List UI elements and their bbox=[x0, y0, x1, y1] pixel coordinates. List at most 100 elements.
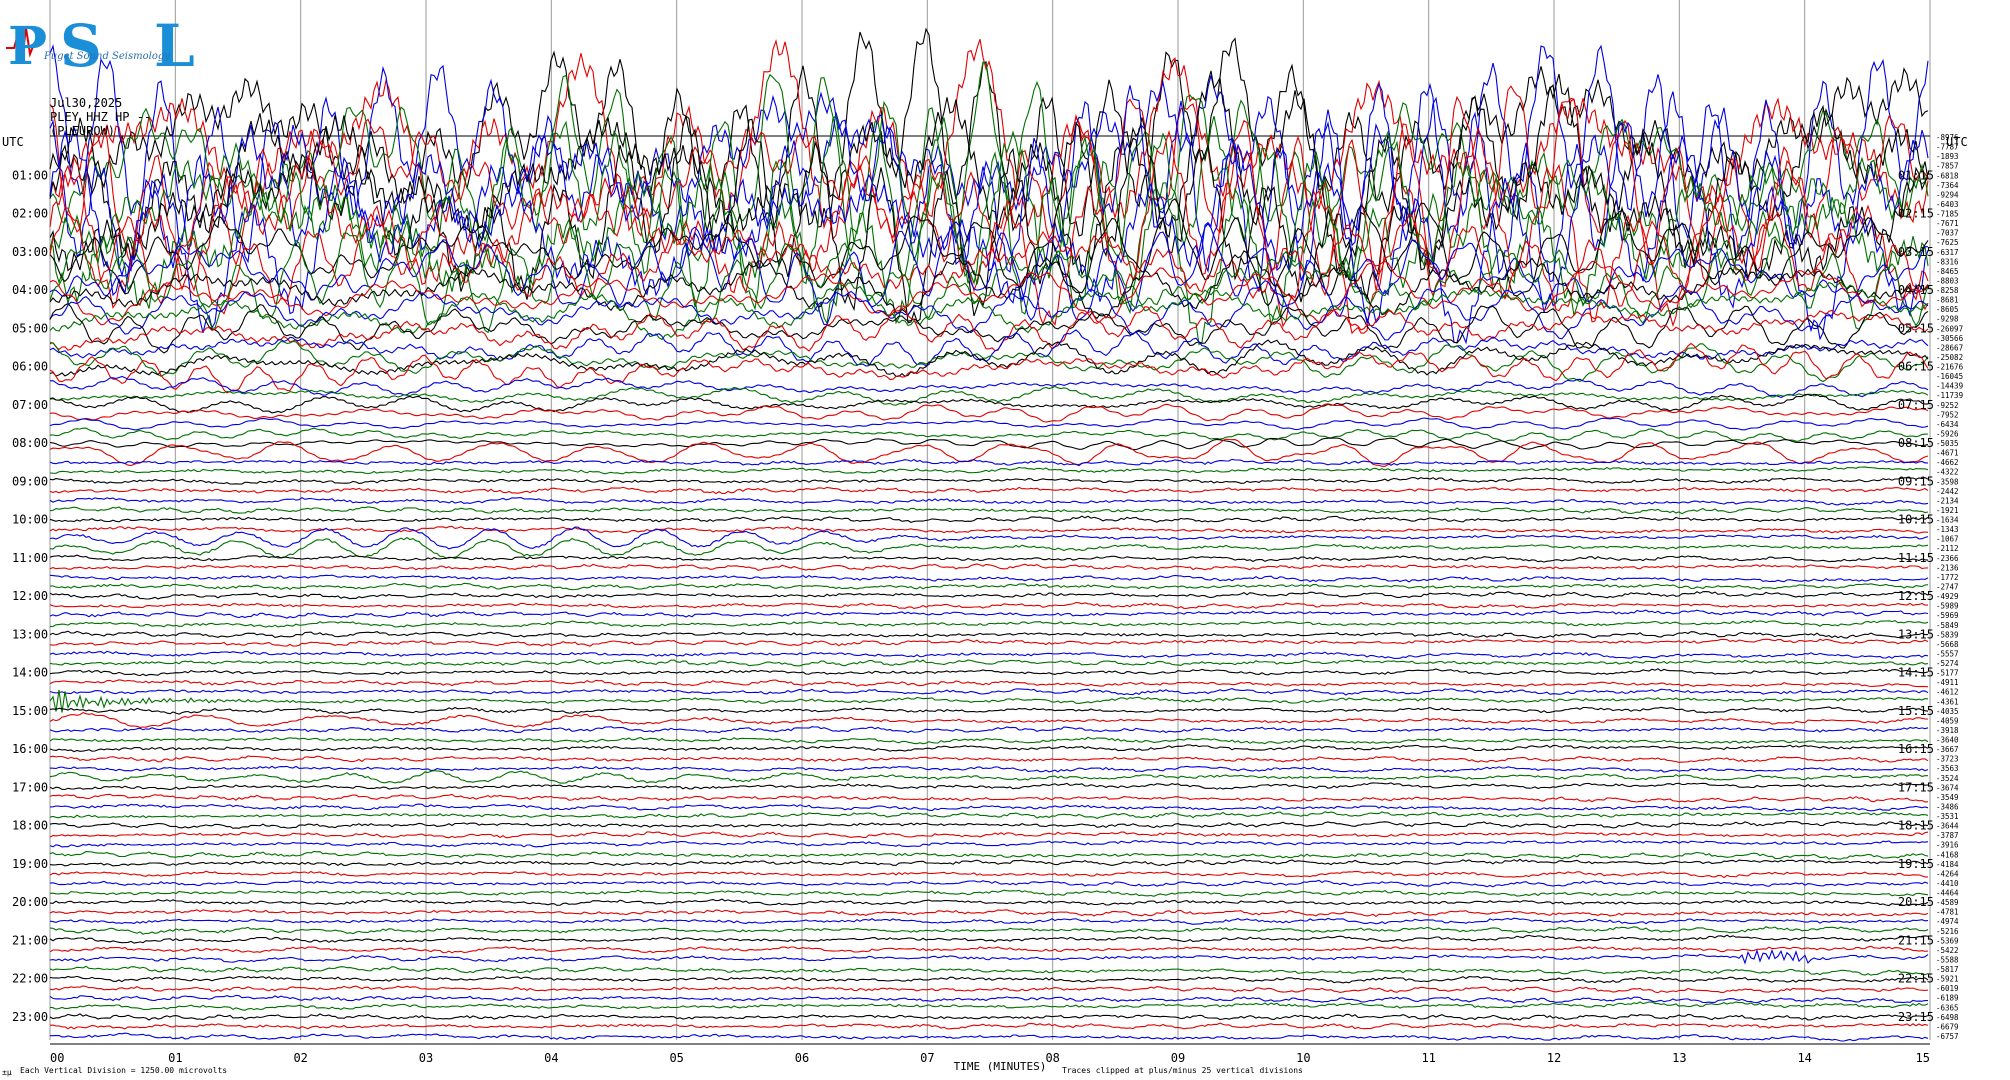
right-hour-label: 02:15 bbox=[1898, 207, 1934, 221]
trace-offset-label: -2112 bbox=[1936, 544, 1959, 553]
x-tick-label: 15 bbox=[1916, 1051, 1930, 1065]
left-hour-label: 03:00 bbox=[12, 245, 48, 259]
right-hour-label: 06:15 bbox=[1898, 360, 1934, 374]
trace-offset-label: -8258 bbox=[1936, 286, 1959, 295]
trace-offset-label: -3531 bbox=[1936, 812, 1959, 821]
trace-offset-label: -4589 bbox=[1936, 898, 1959, 907]
trace-offset-label: -25082 bbox=[1936, 353, 1963, 362]
trace-offset-label: -16045 bbox=[1936, 372, 1963, 381]
trace-line bbox=[49, 496, 1929, 506]
left-hour-label: 23:00 bbox=[12, 1010, 48, 1024]
trace-offset-label: -3486 bbox=[1936, 802, 1959, 811]
trace-line bbox=[49, 917, 1929, 925]
trace-line bbox=[49, 994, 1928, 1004]
trace-line bbox=[49, 638, 1929, 647]
x-tick-label: 05 bbox=[669, 1051, 683, 1065]
trace-offset-label: -3667 bbox=[1936, 745, 1959, 754]
trace-offset-label: -5274 bbox=[1936, 659, 1959, 668]
right-hour-label: 07:15 bbox=[1898, 398, 1934, 412]
trace-offset-label: -3549 bbox=[1936, 793, 1959, 802]
trace-offset-label: -11739 bbox=[1936, 391, 1963, 400]
trace-offset-label: -6498 bbox=[1936, 1013, 1959, 1022]
trace-offset-label: -5989 bbox=[1936, 602, 1959, 611]
trace-offset-label: -6434 bbox=[1936, 420, 1959, 429]
trace-offset-label: -4322 bbox=[1936, 468, 1959, 477]
trace-offset-label: -9298 bbox=[1936, 315, 1959, 324]
x-tick-label: 13 bbox=[1672, 1051, 1686, 1065]
trace-offset-label: -4059 bbox=[1936, 716, 1959, 725]
trace-line bbox=[49, 619, 1929, 628]
clip-note: Traces clipped at plus/minus 25 vertical… bbox=[1062, 1066, 1303, 1075]
trace-offset-label: -3723 bbox=[1936, 755, 1959, 764]
trace-line bbox=[49, 811, 1929, 819]
trace-offset-label: -3787 bbox=[1936, 831, 1959, 840]
left-hour-label: 11:00 bbox=[12, 551, 48, 565]
trace-offset-label: -8316 bbox=[1936, 257, 1959, 266]
trace-offset-label: -1893 bbox=[1936, 152, 1959, 161]
right-hour-label: 10:15 bbox=[1898, 513, 1934, 527]
trace-line bbox=[49, 965, 1929, 976]
right-hour-label: 20:15 bbox=[1898, 895, 1934, 909]
left-hour-label: 21:00 bbox=[12, 933, 48, 947]
header-date: Jul30,2025 bbox=[50, 96, 123, 110]
trace-offset-label: -4168 bbox=[1936, 850, 1959, 859]
trace-offset-label: -4035 bbox=[1936, 707, 1959, 716]
trace-line bbox=[49, 601, 1928, 609]
trace-line bbox=[49, 417, 1929, 431]
x-tick-label: 03 bbox=[419, 1051, 433, 1065]
trace-offset-label: -4929 bbox=[1936, 592, 1959, 601]
trace-line bbox=[49, 466, 1929, 475]
x-tick-label: 01 bbox=[168, 1051, 182, 1065]
trace-offset-label: -3918 bbox=[1936, 726, 1959, 735]
left-hour-label: 18:00 bbox=[12, 819, 48, 833]
trace-line bbox=[49, 945, 1929, 954]
trace-offset-label: -14439 bbox=[1936, 382, 1963, 391]
trace-offset-label: -5557 bbox=[1936, 649, 1959, 658]
trace-line bbox=[49, 393, 1929, 414]
trace-offset-label: -3674 bbox=[1936, 783, 1959, 792]
trace-offset-label: -5839 bbox=[1936, 630, 1959, 639]
trace-offset-label: -2134 bbox=[1936, 496, 1959, 505]
trace-line bbox=[49, 476, 1929, 485]
right-hour-label: 04:15 bbox=[1898, 283, 1934, 297]
trace-line bbox=[49, 820, 1929, 829]
trace-offset-label: -8681 bbox=[1936, 296, 1959, 305]
trace-offset-label: -4410 bbox=[1936, 879, 1959, 888]
trace-line bbox=[49, 563, 1929, 571]
trace-line bbox=[49, 706, 1929, 715]
header-station: PLEY HHZ HP -- bbox=[50, 110, 152, 124]
trace-offset-label: -4264 bbox=[1936, 869, 1959, 878]
trace-offset-label: -5817 bbox=[1936, 965, 1959, 974]
left-hour-label: 16:00 bbox=[12, 742, 48, 756]
right-hour-label: 15:15 bbox=[1898, 704, 1934, 718]
left-hour-label: 09:00 bbox=[12, 474, 48, 488]
left-hour-label: 20:00 bbox=[12, 895, 48, 909]
trace-offset-label: -5588 bbox=[1936, 955, 1959, 964]
right-hour-label: 08:15 bbox=[1898, 436, 1934, 450]
trace-line bbox=[49, 486, 1929, 495]
scale-note: Each Vertical Division = 1250.00 microvo… bbox=[20, 1066, 228, 1075]
trace-line bbox=[49, 650, 1929, 659]
trace-line bbox=[49, 306, 1929, 352]
trace-line bbox=[49, 755, 1929, 763]
trace-offset-label: -9294 bbox=[1936, 190, 1959, 199]
trace-offset-label: -4974 bbox=[1936, 917, 1959, 926]
trace-offset-label: -2136 bbox=[1936, 563, 1959, 572]
logo-caption: Puget Sound Seismology bbox=[43, 51, 170, 62]
trace-line bbox=[49, 850, 1929, 860]
left-hour-label: 10:00 bbox=[12, 513, 48, 527]
right-hour-label: 01:15 bbox=[1898, 168, 1934, 182]
trace-offset-label: -9252 bbox=[1936, 401, 1959, 410]
trace-line bbox=[49, 948, 1929, 965]
trace-line bbox=[49, 898, 1929, 907]
x-tick-label: 10 bbox=[1296, 1051, 1310, 1065]
trace-offset-label: -6403 bbox=[1936, 200, 1959, 209]
trace-line bbox=[49, 659, 1929, 667]
x-tick-label: 14 bbox=[1797, 1051, 1811, 1065]
trace-offset-label: -1067 bbox=[1936, 535, 1959, 544]
trace-offset-label: -30566 bbox=[1936, 334, 1964, 343]
right-hour-label: 22:15 bbox=[1898, 972, 1934, 986]
right-hour-label: 09:15 bbox=[1898, 474, 1934, 488]
trace-offset-label: -1343 bbox=[1936, 525, 1959, 534]
trace-offset-label: -8803 bbox=[1936, 276, 1959, 285]
